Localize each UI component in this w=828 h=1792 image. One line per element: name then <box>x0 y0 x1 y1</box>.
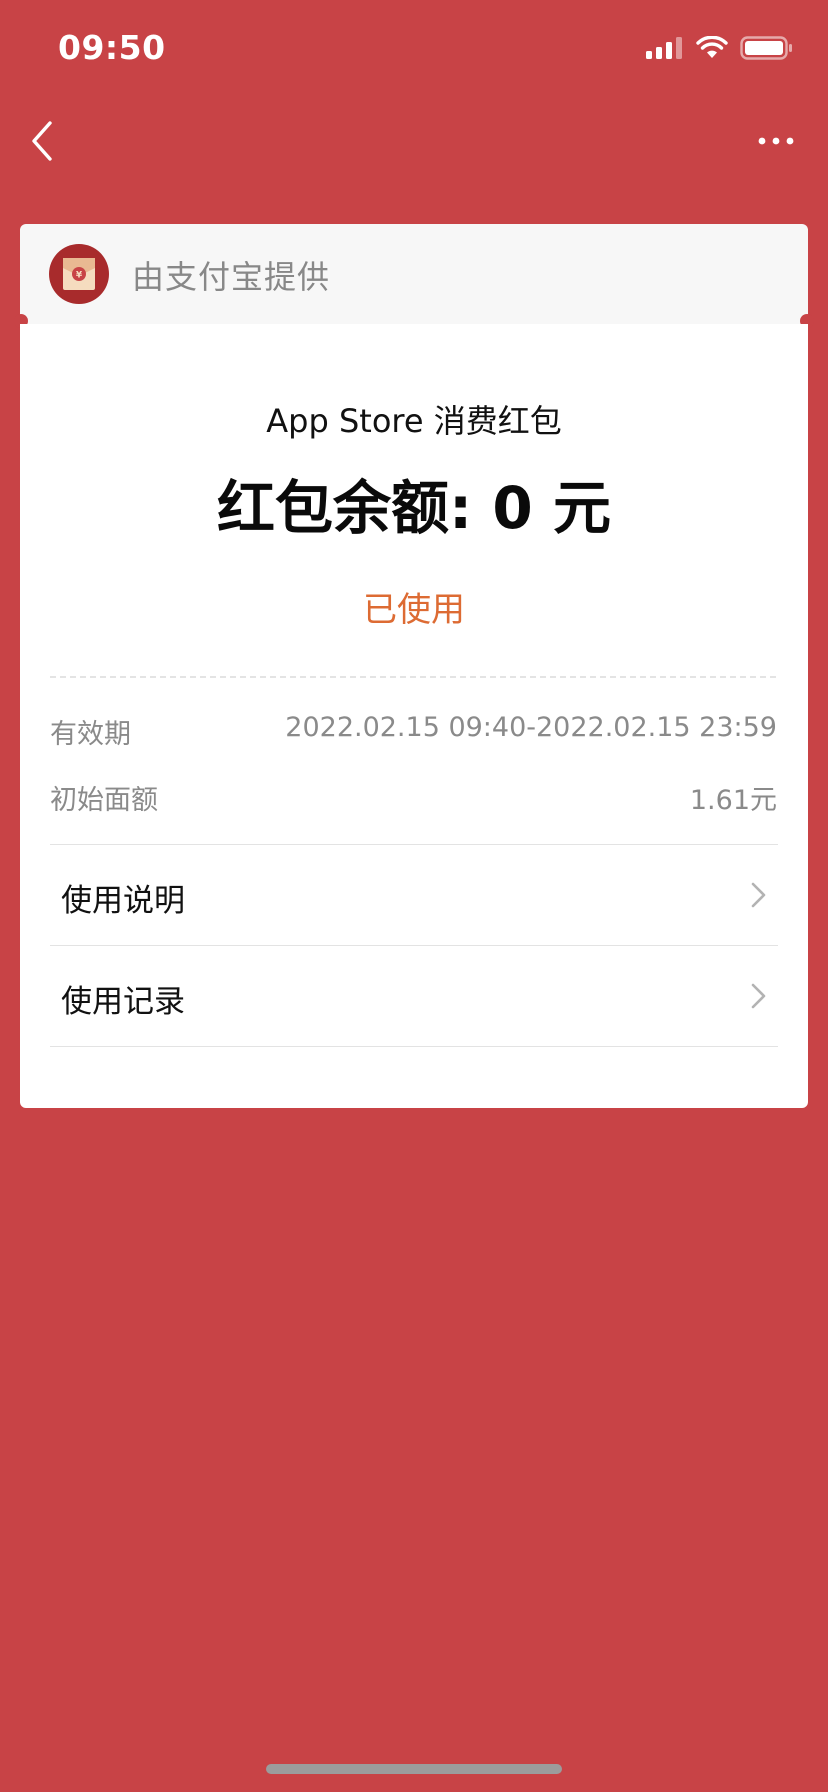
battery-icon <box>740 36 792 60</box>
menu-item-instructions[interactable]: 使用说明 <box>50 845 778 945</box>
info-value: 2022.02.15 09:40-2022.02.15 23:59 <box>285 712 777 743</box>
info-label: 有效期 <box>50 719 131 750</box>
back-button[interactable] <box>28 118 68 164</box>
svg-text:¥: ¥ <box>76 271 83 281</box>
status-label: 已使用 <box>363 590 465 630</box>
info-label: 初始面额 <box>50 785 158 816</box>
provider-text: 由支付宝提供 <box>132 258 331 296</box>
signal-icon <box>646 37 682 59</box>
chevron-left-icon <box>32 121 52 161</box>
status-bar: 09:50 <box>0 0 828 100</box>
card-header: ¥ 由支付宝提供 <box>20 224 808 324</box>
red-envelope-icon: ¥ <box>49 244 109 304</box>
dashed-divider <box>50 676 776 678</box>
menu-item-label: 使用记录 <box>61 984 185 1020</box>
more-button[interactable] <box>754 124 798 158</box>
menu-item-records[interactable]: 使用记录 <box>50 946 778 1046</box>
more-dots-icon <box>758 137 794 145</box>
menu-item-label: 使用说明 <box>61 883 185 919</box>
info-row-validity: 有效期 2022.02.15 09:40-2022.02.15 23:59 <box>50 712 777 752</box>
wifi-icon <box>696 36 728 58</box>
info-row-initial-amount: 初始面额 1.61元 <box>50 778 777 818</box>
chevron-right-icon <box>751 882 766 908</box>
info-value: 1.61元 <box>689 785 777 816</box>
red-packet-card: App Store 消费红包 红包余额: 0 元 已使用 有效期 2022.02… <box>20 324 808 1108</box>
status-icons <box>646 36 794 60</box>
chevron-right-icon <box>751 983 766 1009</box>
store-title: App Store 消费红包 <box>266 402 562 440</box>
status-time: 09:50 <box>58 28 166 67</box>
divider <box>50 1046 778 1047</box>
balance-amount: 红包余额: 0 元 <box>217 474 611 542</box>
home-indicator[interactable] <box>266 1764 562 1774</box>
